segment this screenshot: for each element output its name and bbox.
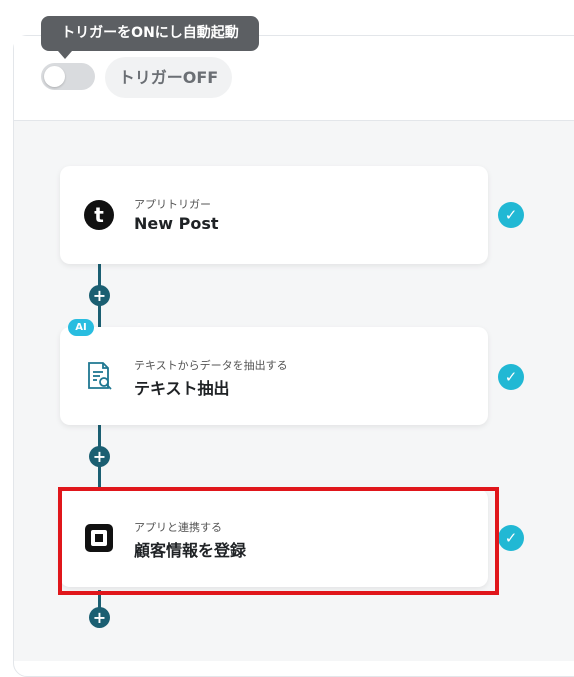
document-search-icon xyxy=(82,359,116,393)
trigger-status-badge: トリガーOFF xyxy=(105,57,232,98)
step-complete-check-icon: ✓ xyxy=(498,364,524,390)
step-subtitle: アプリトリガー xyxy=(134,198,211,211)
trigger-toggle[interactable] xyxy=(41,63,95,90)
step-card-text-extract[interactable]: AI テキストからデータを抽出する テキスト抽出 xyxy=(60,319,488,425)
ai-badge: AI xyxy=(68,319,94,336)
step-complete-check-icon: ✓ xyxy=(498,525,524,551)
tooltip-arrow xyxy=(58,51,72,59)
step-subtitle: テキストからデータを抽出する xyxy=(134,359,288,372)
toggle-tooltip: トリガーをONにし自動起動 xyxy=(41,16,259,51)
highlight-box xyxy=(58,487,499,595)
step-card-trigger[interactable]: t アプリトリガー New Post xyxy=(60,166,488,264)
tumblr-icon: t xyxy=(82,198,116,232)
svg-text:t: t xyxy=(94,203,104,227)
step-complete-check-icon: ✓ xyxy=(498,202,524,228)
add-step-button[interactable]: + xyxy=(89,285,110,306)
step-title: テキスト抽出 xyxy=(134,379,230,398)
step-title: New Post xyxy=(134,214,219,233)
add-step-button[interactable]: + xyxy=(89,446,110,467)
add-step-button[interactable]: + xyxy=(89,607,110,628)
toggle-knob xyxy=(44,66,65,87)
